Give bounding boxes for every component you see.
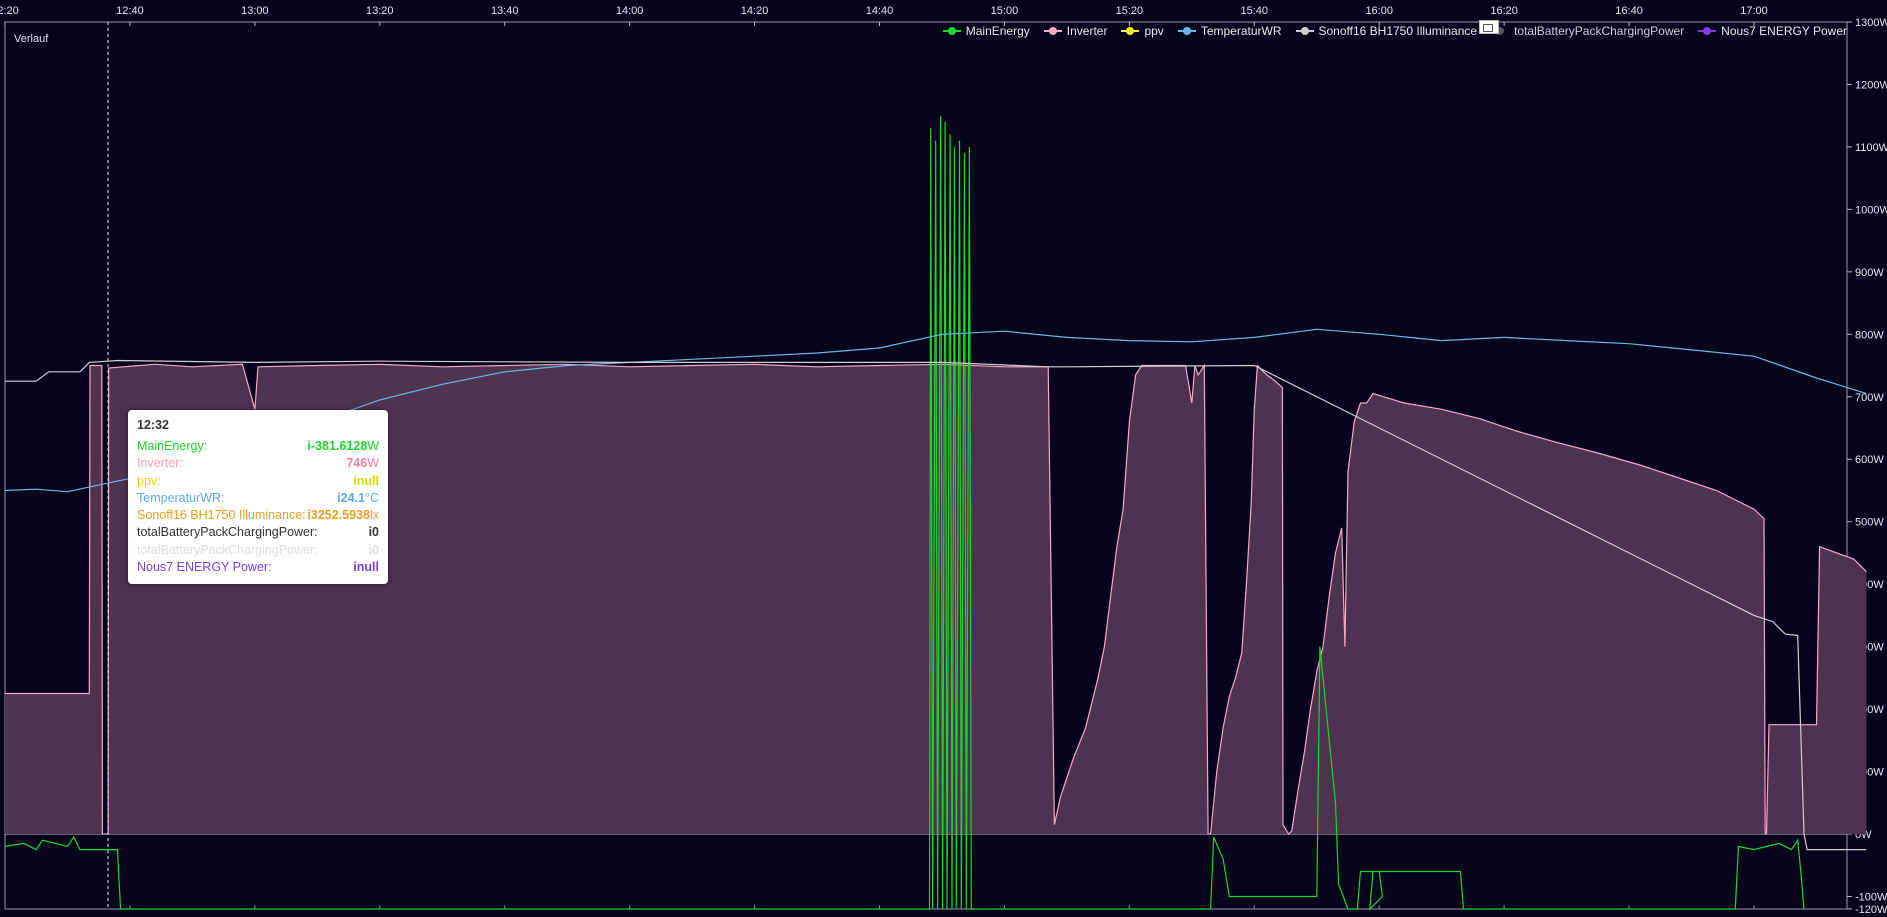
y-tick-label: 700W (1855, 392, 1884, 404)
tooltip-unit: W (367, 456, 379, 471)
tooltip-row: totalBatteryPackChargingPower: i0 (137, 542, 379, 559)
tooltip-row: Sonoff16 BH1750 Illuminance: i3252.5938lx (137, 507, 379, 524)
tooltip-label: ppv: (137, 473, 161, 488)
x-tick-label: 13:20 (366, 5, 394, 17)
x-tick-label: 16:40 (1615, 5, 1643, 17)
zoom-reset-icon[interactable] (1479, 20, 1499, 34)
legend-swatch-icon (1177, 26, 1196, 36)
tooltip-value: inull (353, 473, 379, 490)
x-tick-label: 14:40 (866, 5, 894, 17)
tooltip-row: MainEnergy: i-381.6128W (137, 438, 379, 455)
y-tick-label: 1100W (1855, 142, 1887, 154)
tooltip-unit: °C (364, 490, 379, 505)
y-tick-label: -120W (1855, 904, 1887, 916)
x-tick-label: 12:40 (116, 5, 144, 17)
legend-item-3[interactable]: TemperaturWR (1177, 24, 1282, 38)
y-tick-label: 1200W (1855, 79, 1887, 91)
legend-swatch-icon (1121, 26, 1140, 36)
x-tick-label: 16:00 (1365, 5, 1393, 17)
tooltip-value: i3252.5938lx (307, 507, 379, 524)
x-tick-label: 14:00 (616, 5, 644, 17)
tooltip-label: totalBatteryPackChargingPower: (137, 542, 318, 557)
legend-label: ppv (1144, 24, 1164, 38)
tooltip-time: 12:32 (137, 418, 169, 432)
tooltip-number: 746 (346, 456, 368, 471)
legend-label: MainEnergy (965, 24, 1030, 38)
tooltip-number: i0 (368, 525, 379, 540)
tooltip-row: Inverter: 746W (137, 455, 379, 472)
x-tick-label: 13:00 (241, 5, 269, 17)
tooltip-row: TemperaturWR: i24.1°C (137, 490, 379, 507)
x-tick-label: 16:20 (1490, 5, 1518, 17)
legend-label: totalBatteryPackChargingPower (1514, 24, 1685, 38)
legend-swatch-icon (1698, 26, 1717, 36)
y-tick-label: 800W (1855, 329, 1884, 341)
tooltip-row: ppv: inull (137, 473, 379, 490)
legend-item-0[interactable]: MainEnergy (942, 24, 1030, 38)
tooltip-number: i3252.5938 (307, 508, 370, 523)
tooltip-label: MainEnergy: (137, 439, 208, 453)
legend-label: Inverter (1066, 24, 1108, 38)
x-tick-label: 12:20 (0, 5, 19, 17)
legend-label: TemperaturWR (1200, 24, 1282, 38)
x-tick-label: 14:20 (741, 5, 769, 17)
tooltip-label: Nous7 ENERGY Power: (137, 560, 272, 575)
y-tick-label: 1000W (1855, 204, 1887, 216)
tooltip-number: i-381.6128 (307, 439, 368, 453)
y-tick-label: 600W (1855, 454, 1884, 466)
tooltip-label: totalBatteryPackChargingPower: (137, 525, 318, 540)
y-tick-label: 900W (1855, 267, 1884, 279)
x-tick-label: 15:00 (991, 5, 1019, 17)
tooltip-value: i0 (369, 524, 379, 541)
tooltip-value: 746W (346, 455, 379, 472)
x-tick-label: 15:20 (1116, 5, 1144, 17)
legend-item-2[interactable]: ppv (1121, 24, 1164, 38)
legend-swatch-icon (942, 26, 961, 36)
tooltip-row: totalBatteryPackChargingPower: i0 (137, 524, 379, 541)
tooltip-value: i24.1°C (337, 490, 379, 507)
tooltip-unit: lx (369, 508, 379, 523)
chart-panel[interactable]: 12:20 12:40 13:00 13:20 13:40 14:00 14:20 14:40… (0, 0, 1887, 917)
tooltip-number: inull (353, 473, 379, 488)
legend-label: Nous7 ENERGY Power (1721, 24, 1847, 38)
tooltip-number: i24.1 (337, 490, 365, 505)
legend-item-5[interactable]: totalBatteryPackChargingPower (1491, 24, 1684, 38)
legend-item-4[interactable]: Sonoff16 BH1750 Illuminance (1295, 24, 1478, 38)
x-tick-label: 15:40 (1241, 5, 1269, 17)
tooltip-value: i-381.6128W (307, 438, 379, 455)
corner-label: Verlauf (14, 33, 49, 45)
tooltip-value: i0 (369, 542, 379, 559)
x-tick-label: 13:40 (491, 5, 519, 17)
tooltip-number: inull (353, 560, 379, 575)
legend-swatch-icon (1295, 26, 1314, 36)
tooltip-label: Inverter: (137, 456, 183, 471)
legend-swatch-icon (1043, 26, 1062, 36)
y-tick-label: -100W (1855, 891, 1887, 903)
tooltip-number: i0 (368, 542, 379, 557)
tooltip-label: TemperaturWR: (137, 490, 225, 505)
legend-label: Sonoff16 BH1750 Illuminance (1318, 24, 1478, 38)
chart-legend: MainEnergy Inverter ppv TemperaturWR Sonoff1… (942, 24, 1847, 38)
legend-item-6[interactable]: Nous7 ENERGY Power (1698, 24, 1847, 38)
y-tick-label: 500W (1855, 517, 1884, 529)
tooltip-row: Nous7 ENERGY Power: inull (137, 559, 379, 576)
y-tick-label: 1300W (1855, 17, 1887, 29)
tooltip-label: Sonoff16 BH1750 Illuminance: (137, 508, 306, 523)
tooltip-value: inull (353, 559, 379, 576)
x-tick-label: 17:00 (1740, 5, 1768, 17)
tooltip-unit: W (367, 439, 379, 453)
legend-item-1[interactable]: Inverter (1043, 24, 1108, 38)
chart-tooltip: 12:32 MainEnergy: i-381.6128W Inverter: 746… (128, 410, 388, 584)
